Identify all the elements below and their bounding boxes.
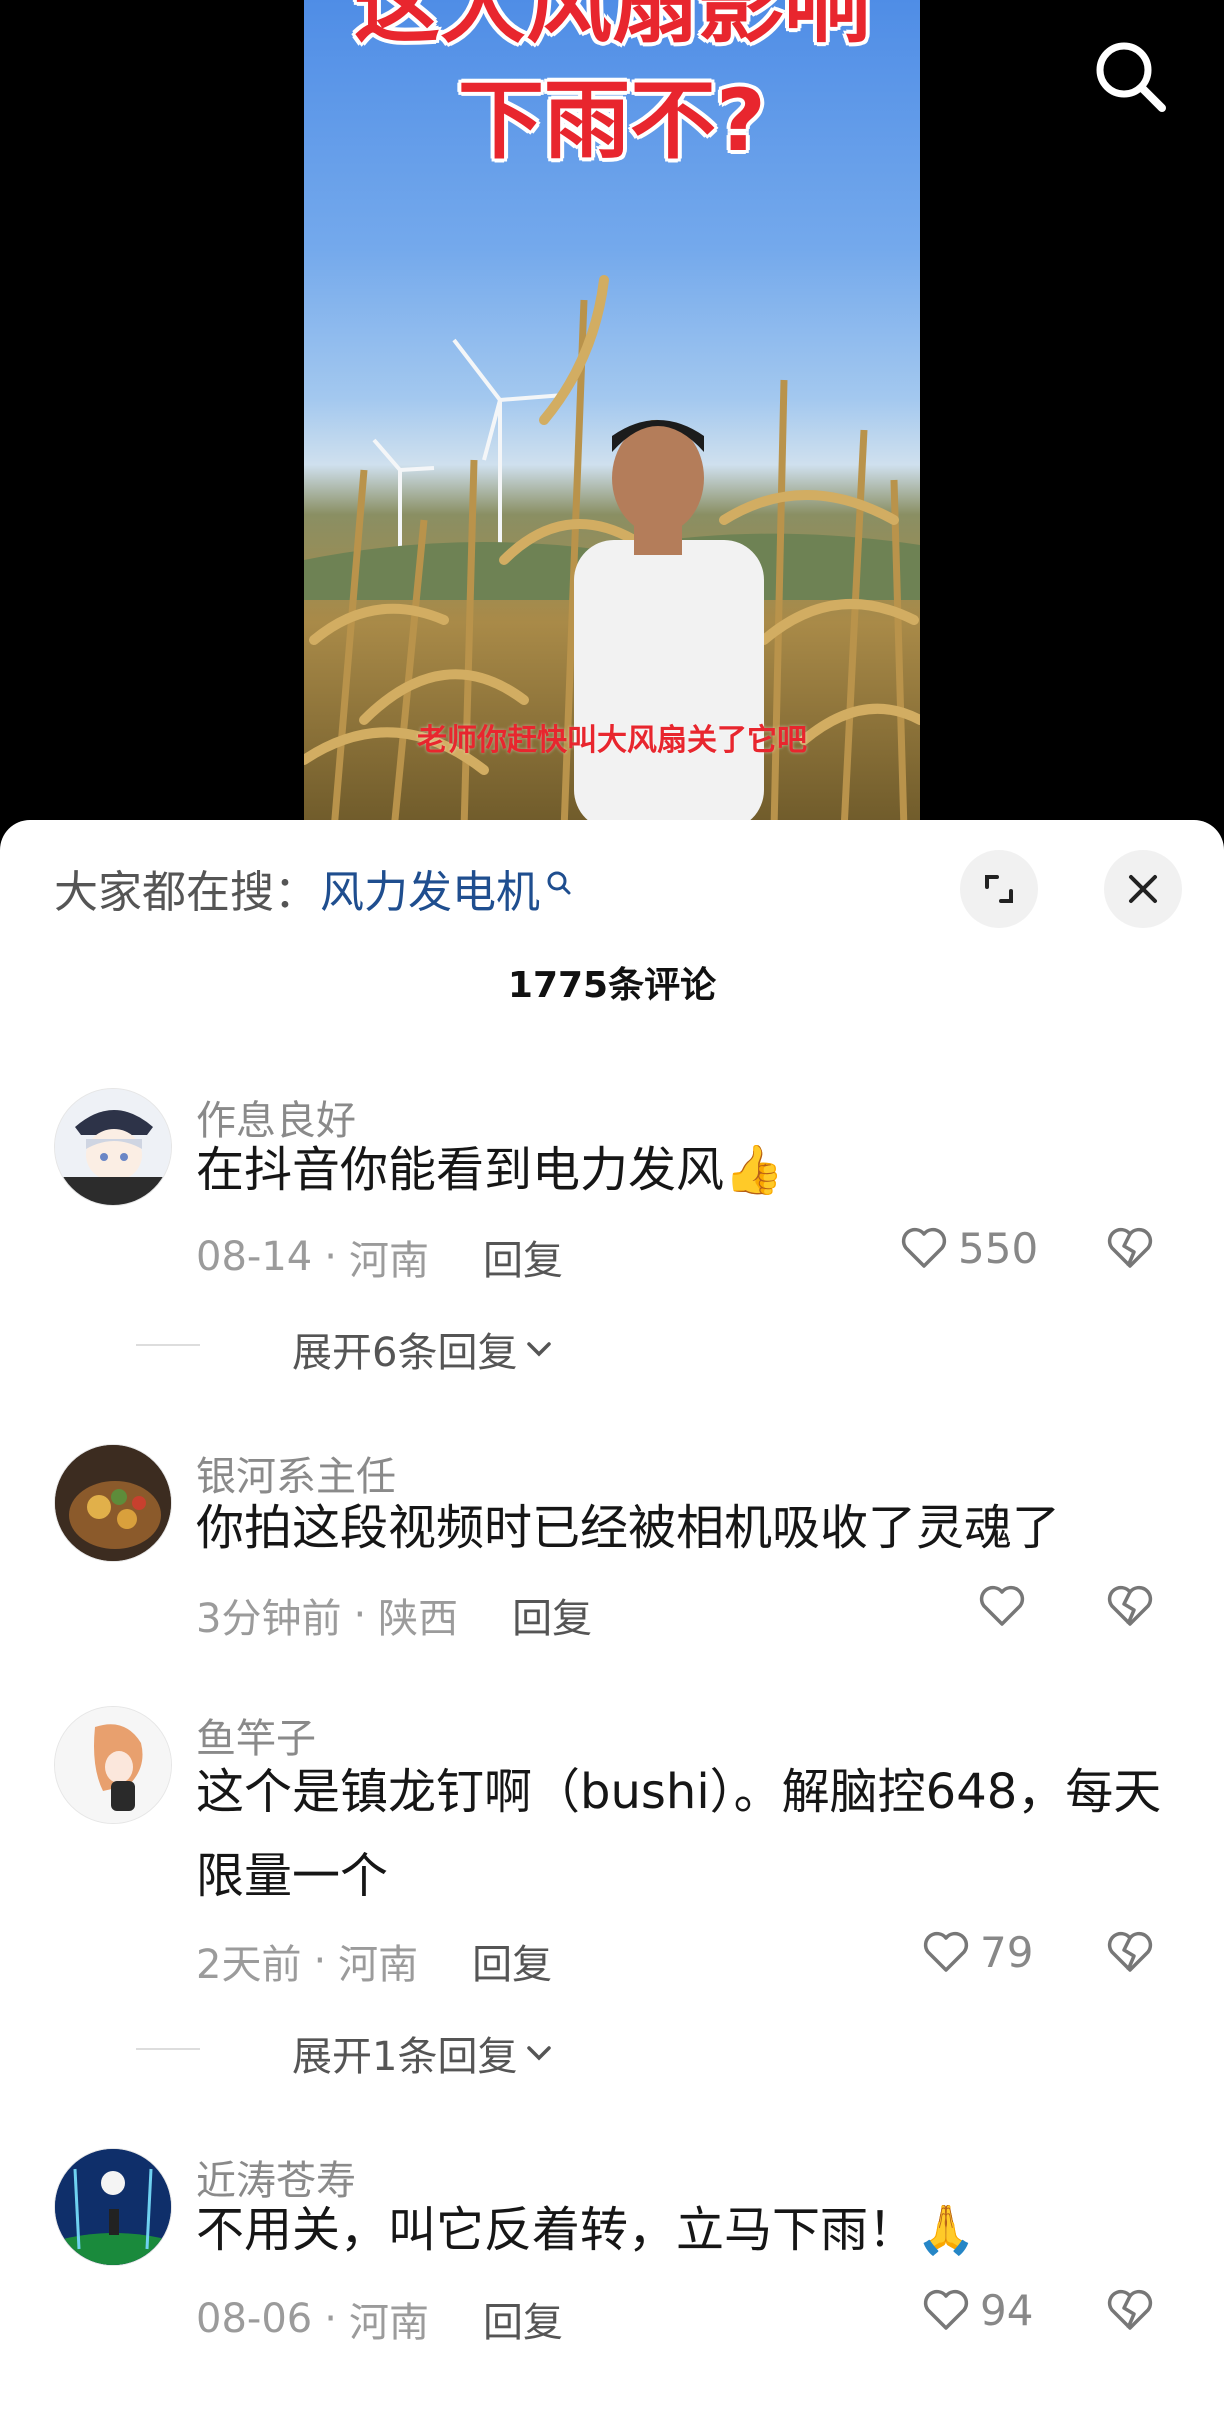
like-button[interactable]: 94 <box>920 2284 1033 2336</box>
close-button[interactable] <box>1104 850 1182 928</box>
heart-icon <box>923 1931 969 1972</box>
like-count: 550 <box>958 1223 1039 1273</box>
like-count: 79 <box>980 1927 1034 1977</box>
broken-heart-icon <box>1107 1227 1153 1268</box>
reply-button[interactable]: 回复 <box>483 1228 563 1286</box>
divider <box>136 2048 200 2050</box>
video-title-line1: 这大风扇影响 <box>354 0 870 55</box>
search-suggestion-label: 大家都在搜： <box>54 867 318 918</box>
like-button[interactable] <box>976 1580 1036 1632</box>
comment-location: 河南 <box>348 2300 429 2346</box>
comment-meta: 2天前 · 河南 回复 <box>196 1932 552 1990</box>
comment-meta: 08-14 · 河南 回复 <box>196 1228 563 1286</box>
video-player[interactable]: 这大风扇影响 下雨不? 老师你赶快叫大风扇关了它吧 <box>0 0 1224 830</box>
chevron-down-icon <box>527 2046 552 2061</box>
like-button[interactable]: 550 <box>898 1222 1038 1274</box>
reply-button[interactable]: 回复 <box>483 2290 563 2348</box>
comment-date: 3分钟前 <box>196 1596 342 1642</box>
expand-replies-label: 展开6条回复 <box>292 1330 518 1376</box>
comment-location: 河南 <box>348 1238 429 1284</box>
comment-date: 08-14 <box>196 1234 313 1280</box>
comment-text: 你拍这段视频时已经被相机吸收了灵魂了 <box>196 1500 1061 1556</box>
expand-replies-label: 展开1条回复 <box>292 2034 518 2080</box>
fullscreen-button[interactable] <box>960 850 1038 928</box>
search-icon[interactable] <box>1090 36 1170 116</box>
broken-heart-icon <box>1107 2289 1153 2330</box>
like-button[interactable]: 79 <box>920 1926 1033 1978</box>
dislike-button[interactable] <box>1104 1580 1156 1636</box>
search-small-icon <box>544 868 574 908</box>
comment-meta: 3分钟前 · 陕西 回复 <box>196 1586 592 1644</box>
chevron-down-icon <box>527 1342 552 1357</box>
meta-separator: · <box>353 1592 367 1638</box>
meta-separator: · <box>313 1938 327 1984</box>
video-frame[interactable]: 这大风扇影响 下雨不? 老师你赶快叫大风扇关了它吧 <box>304 0 920 830</box>
video-title-line2: 下雨不? <box>458 71 766 171</box>
expand-icon <box>985 875 1013 903</box>
dislike-button[interactable] <box>1104 2284 1156 2340</box>
avatar[interactable] <box>54 2148 172 2266</box>
like-count: 94 <box>980 2285 1034 2335</box>
expand-replies[interactable]: 展开1条回复 <box>136 2024 557 2082</box>
comment-count: 1775条评论 <box>507 965 717 1006</box>
reply-button[interactable]: 回复 <box>512 1586 592 1644</box>
divider <box>136 1344 200 1346</box>
video-subtitle: 老师你赶快叫大风扇关了它吧 <box>417 723 807 758</box>
search-suggestion-keyword[interactable]: 风力发电机 <box>320 856 540 920</box>
meta-separator: · <box>324 2296 337 2342</box>
avatar[interactable] <box>54 1706 172 1824</box>
heart-icon <box>901 1227 947 1268</box>
avatar[interactable] <box>54 1088 172 1206</box>
reply-button[interactable]: 回复 <box>472 1932 552 1990</box>
meta-separator: · <box>324 1234 337 1280</box>
comment-sheet: 大家都在搜： 风力发电机 1775条评论 作息良好 在抖音你能看到电力发风👍 0… <box>0 820 1224 2415</box>
avatar[interactable] <box>54 1444 172 1562</box>
close-icon <box>1129 875 1157 903</box>
broken-heart-icon <box>1107 1585 1153 1626</box>
dislike-button[interactable] <box>1104 1926 1156 1982</box>
dislike-button[interactable] <box>1104 1222 1156 1278</box>
search-suggestion[interactable]: 大家都在搜： 风力发电机 <box>54 858 574 918</box>
comment-date: 08-06 <box>196 2296 313 2342</box>
expand-replies[interactable]: 展开6条回复 <box>136 1320 557 1378</box>
heart-icon <box>979 1585 1025 1626</box>
comment-text: 不用关，叫它反着转，立马下雨！🙏 <box>196 2202 976 2258</box>
broken-heart-icon <box>1107 1931 1153 1972</box>
comment-location: 河南 <box>338 1942 419 1988</box>
heart-icon <box>923 2289 969 2330</box>
comment-text: 在抖音你能看到电力发风👍 <box>196 1142 784 1198</box>
comment-text: 这个是镇龙钉啊（bushi）。解脑控648，每天限量一个 <box>196 1764 1162 1904</box>
comment-location: 陕西 <box>378 1596 459 1642</box>
comment-date: 2天前 <box>196 1942 302 1988</box>
comment-meta: 08-06 · 河南 回复 <box>196 2290 563 2348</box>
